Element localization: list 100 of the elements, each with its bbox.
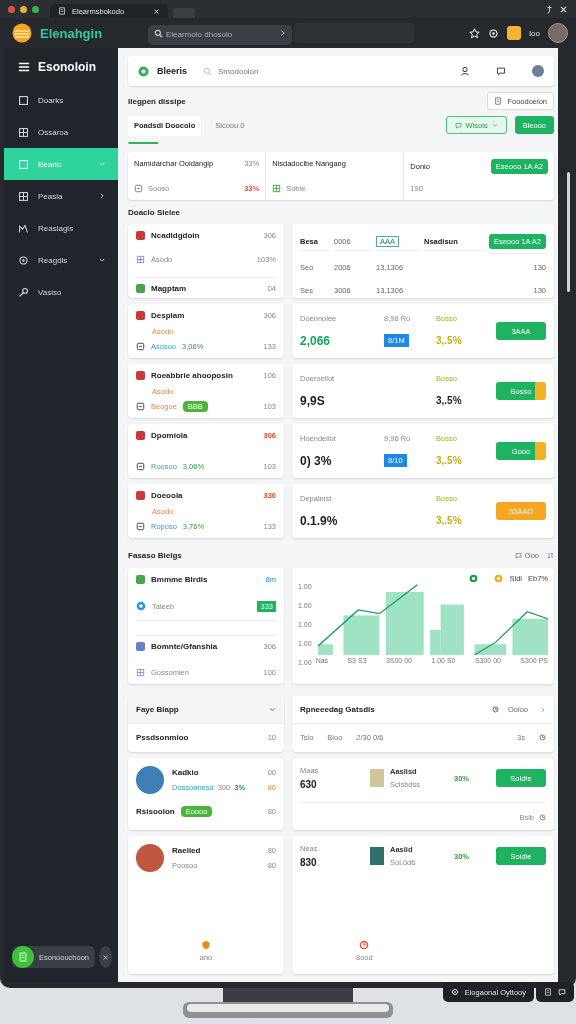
- change-value: 3,.5%: [436, 515, 463, 527]
- person-name: Kadkio: [172, 768, 200, 777]
- grid-icon: [272, 184, 282, 193]
- calculator-icon: [136, 342, 145, 351]
- brand-name: Elenahgin: [40, 25, 104, 41]
- item-value: 630: [300, 779, 318, 790]
- page-title: Ilegpen dissipe: [128, 96, 186, 106]
- item-title: Dpomiola: [151, 431, 188, 440]
- item-icon: [18, 222, 29, 234]
- image-icon: [136, 667, 145, 677]
- change-value: 3,.5%: [436, 395, 463, 407]
- change-value: 3,.5%: [436, 455, 463, 467]
- chat-icon[interactable]: [496, 66, 506, 76]
- maximize-window-control[interactable]: [32, 5, 39, 13]
- metric-value: 9,9S: [300, 393, 326, 408]
- item-value: 830: [300, 857, 318, 868]
- scrollbar[interactable]: [567, 172, 570, 292]
- menu-icon[interactable]: [18, 61, 30, 73]
- sidebar-item[interactable]: Reagdis: [4, 244, 118, 276]
- sidebar-title: Esonoloin: [38, 60, 96, 74]
- square-icon: [136, 311, 145, 320]
- photo-placeholder: [136, 766, 164, 794]
- photo-placeholder: [370, 847, 384, 865]
- user-label: Ioo: [528, 28, 540, 38]
- star-icon[interactable]: [468, 27, 480, 39]
- item-icon: [18, 286, 29, 298]
- legend-icon: [469, 574, 479, 583]
- item-icon: [18, 158, 29, 170]
- pin-icon[interactable]: [545, 4, 554, 14]
- chevron-down-icon: [491, 122, 498, 128]
- metric-value: 0.1.9%: [300, 513, 339, 528]
- item-title: Roeabbrie ahooposin: [151, 371, 233, 380]
- square-icon: [136, 284, 145, 293]
- sidebar-item[interactable]: Peasia: [4, 180, 118, 212]
- refresh-icon: [359, 940, 370, 950]
- square-icon: [136, 431, 145, 440]
- square-icon: [136, 575, 145, 584]
- chart-bar: [343, 615, 379, 655]
- sidebar-item[interactable]: Doarks: [4, 84, 118, 116]
- item-title: Bomnte/Gfanshia: [151, 642, 218, 652]
- edit-icon: [18, 952, 28, 962]
- close-icon[interactable]: [559, 4, 568, 14]
- sort-icon[interactable]: [547, 551, 554, 559]
- square-icon: [136, 371, 145, 380]
- close-icon: [102, 953, 109, 961]
- status-label: Rsisoolon: [136, 807, 175, 816]
- metric-value: 2,066: [300, 333, 332, 348]
- panel-subtitle: Pssdsonmioo: [136, 732, 189, 742]
- search-icon: [154, 29, 163, 38]
- collapse-button[interactable]: [99, 946, 112, 968]
- shield-icon: [201, 940, 211, 950]
- person-name: Raelied: [172, 846, 202, 855]
- chart-bar: [512, 619, 548, 655]
- change-value: 3,.5%: [436, 335, 463, 347]
- sidebar-item[interactable]: Ossaroa: [4, 116, 118, 148]
- user-icon[interactable]: [460, 66, 470, 76]
- page-icon: [58, 7, 66, 15]
- photo-placeholder: [136, 844, 164, 872]
- panel-title: Faye Biapp: [136, 705, 179, 714]
- app-logo-icon: [138, 65, 149, 77]
- panel-title: Rpneeedag Gatsdis: [300, 705, 375, 714]
- photo-placeholder: [370, 769, 384, 787]
- minimize-window-control[interactable]: [20, 5, 27, 13]
- sidebar-item[interactable]: Vasiso: [4, 276, 118, 308]
- item-icon: [18, 126, 29, 138]
- avatar[interactable]: [532, 65, 544, 77]
- item-icon: [18, 94, 29, 106]
- item-icon: [18, 254, 29, 266]
- search-field[interactable]: Smodoolon: [216, 65, 307, 77]
- clock-icon[interactable]: [492, 706, 499, 713]
- square-icon: [136, 491, 145, 500]
- app-icon[interactable]: [506, 26, 521, 40]
- chart-bar: [317, 644, 333, 655]
- section-title: Doaclo Sielee: [128, 206, 182, 219]
- sidebar-item[interactable]: Reaslagis: [4, 212, 118, 244]
- section-title: Fasaso Bielgs: [128, 549, 182, 562]
- item-title: Ncadidgdoin: [151, 231, 200, 240]
- settings-icon: [450, 988, 459, 996]
- document-icon: [494, 97, 503, 105]
- calculator-icon: [136, 462, 145, 471]
- square-icon: [136, 231, 145, 240]
- search-field[interactable]: Elearmolo dhosolo: [148, 24, 292, 45]
- square-icon: [136, 642, 145, 652]
- close-window-control[interactable]: [8, 5, 15, 13]
- avatar[interactable]: [548, 23, 568, 43]
- logo-icon: [12, 23, 32, 43]
- item-title: Magptam: [151, 284, 187, 293]
- app-title: Bleeris: [157, 66, 188, 76]
- item-icon: [18, 190, 29, 202]
- item-title: Doeoola: [151, 491, 183, 500]
- image-icon: [136, 255, 145, 264]
- chart-bar: [474, 644, 506, 655]
- calculator-icon: [136, 522, 145, 531]
- search-icon: [203, 66, 213, 76]
- chart-bar: [385, 592, 424, 655]
- chat-icon: [454, 121, 462, 129]
- item-title: Desplam: [151, 311, 185, 320]
- chevron-down-icon[interactable]: [269, 706, 276, 713]
- metric-value: 0) 3%: [300, 453, 333, 468]
- item-title: Bmmme Blrdis: [151, 575, 208, 584]
